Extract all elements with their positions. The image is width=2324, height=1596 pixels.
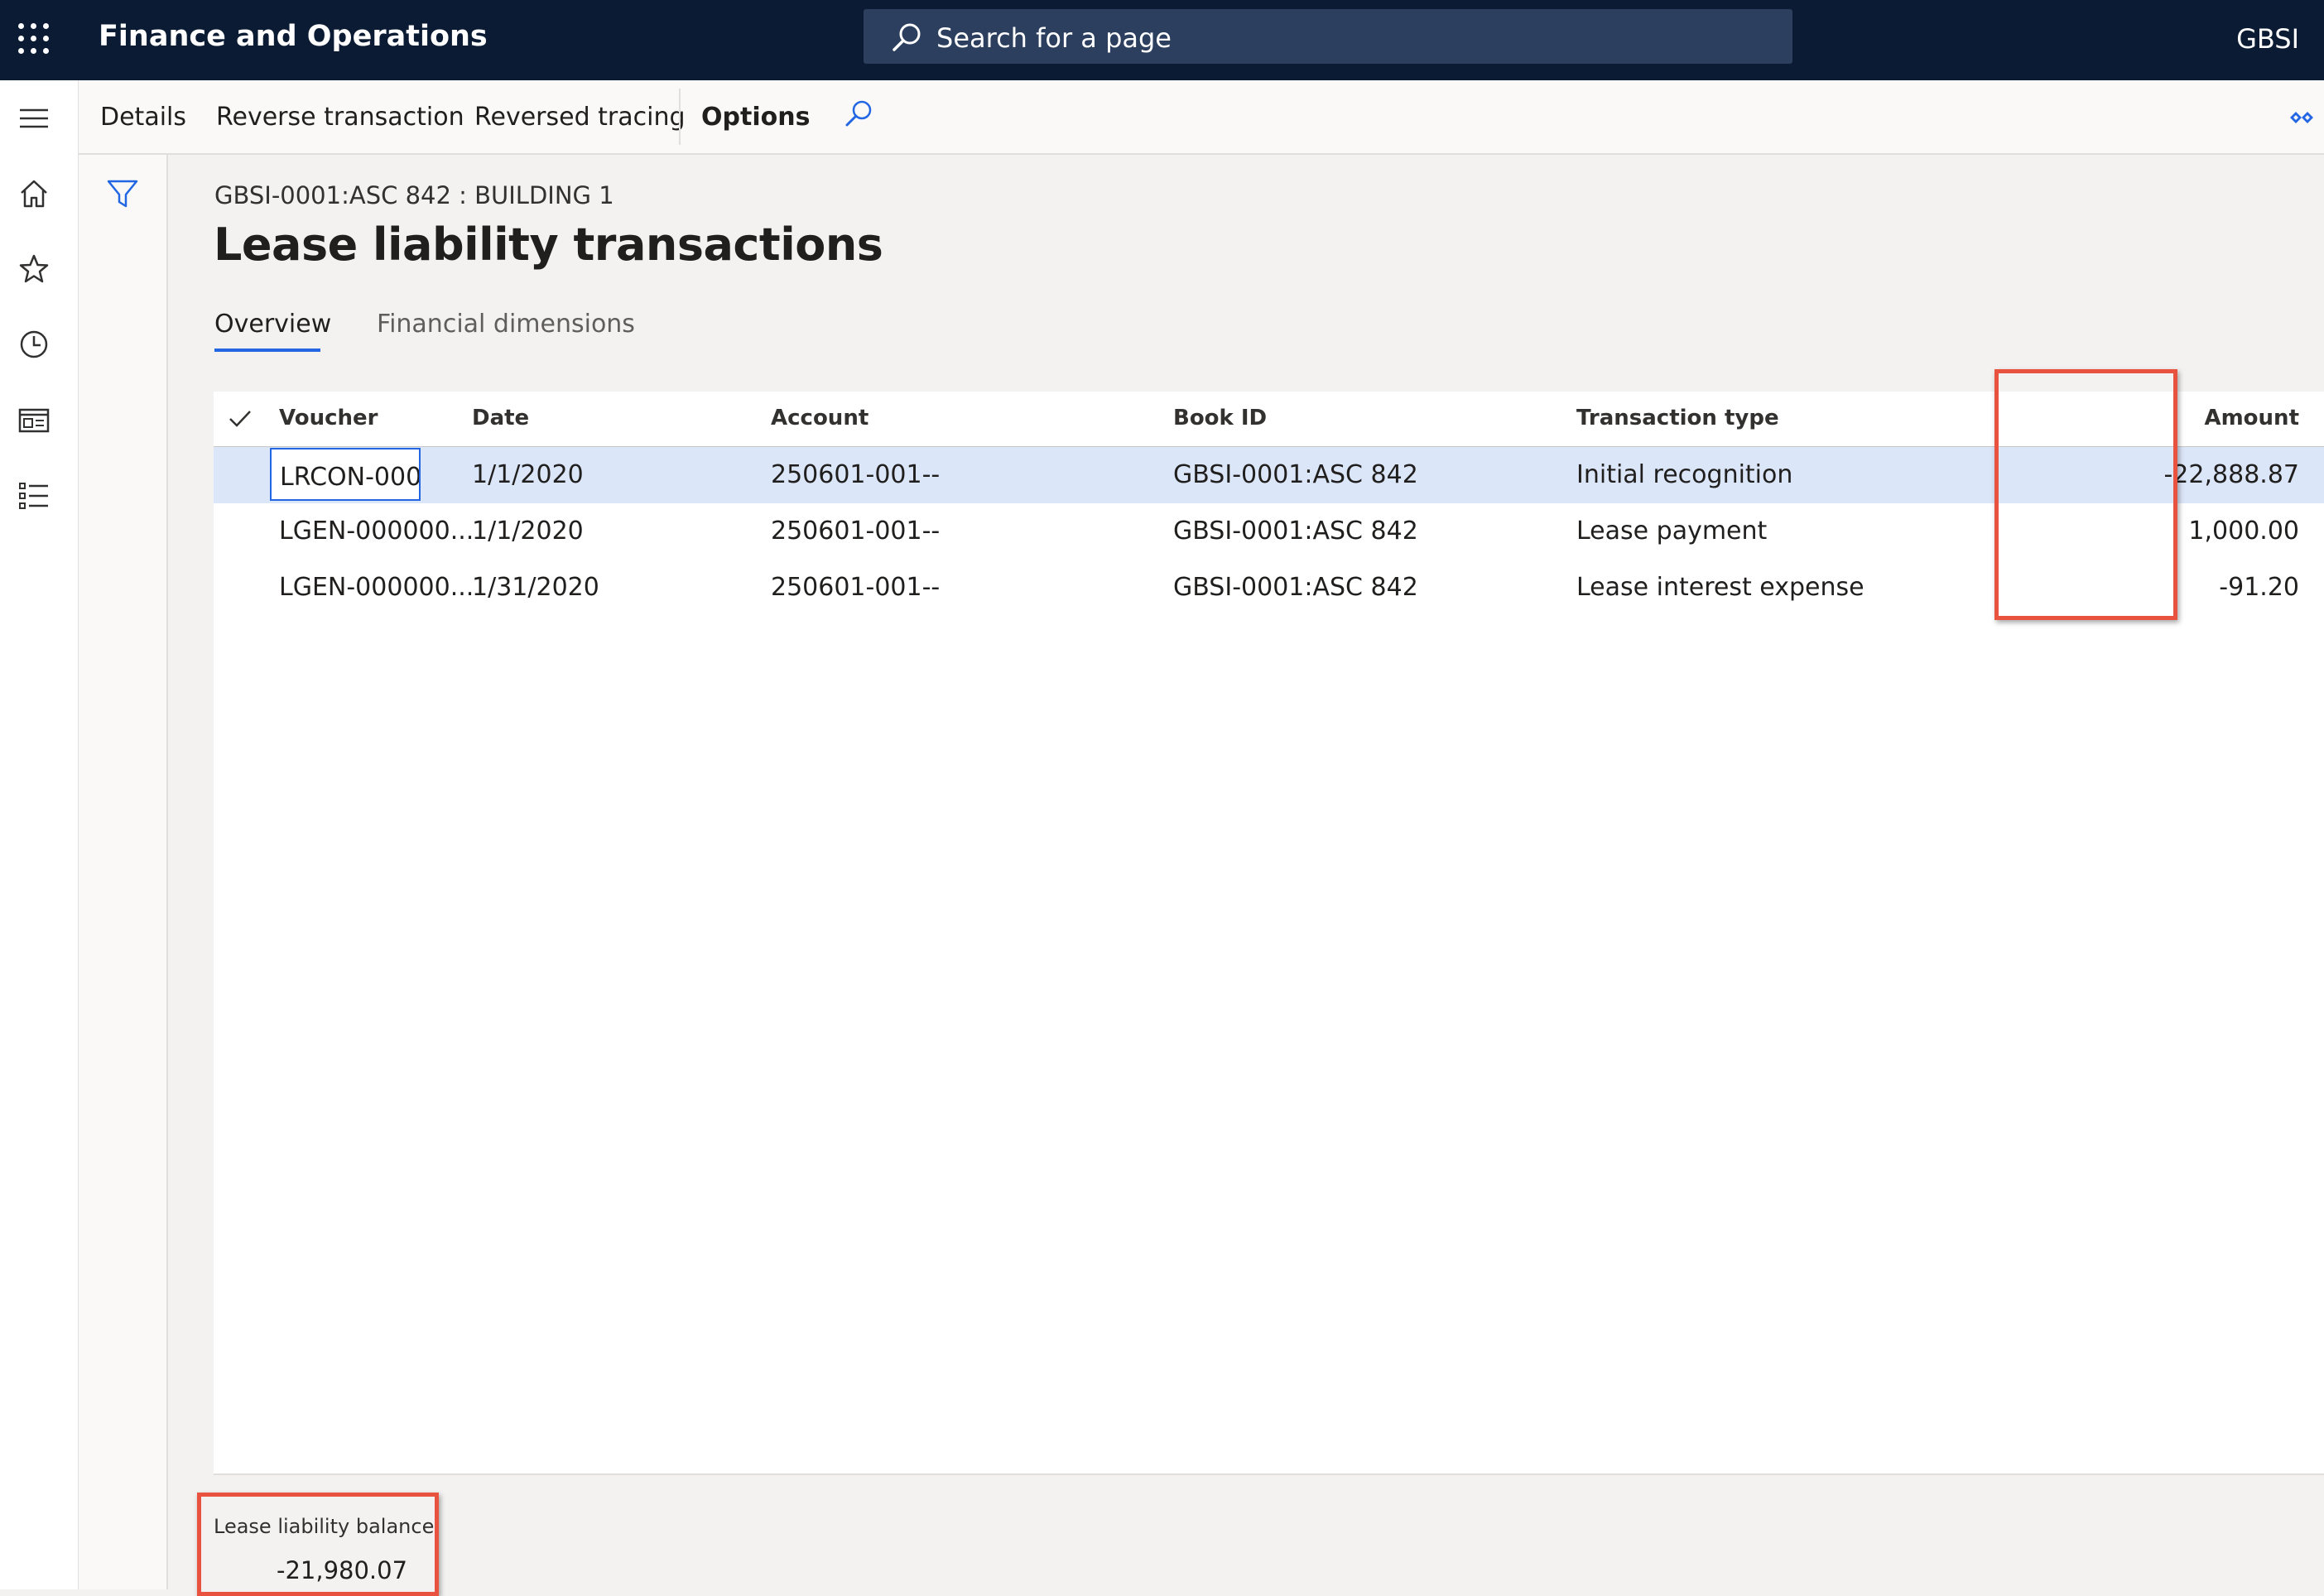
transaction-type-cell: Lease interest expense [1576,573,1864,602]
voucher-cell-editor[interactable]: LRCON-000000 [270,448,421,501]
filter-pane [79,155,168,1589]
date-cell: 1/1/2020 [472,460,584,489]
app-launcher-icon[interactable] [18,23,51,56]
page-search-input[interactable]: Search for a page [864,9,1792,64]
tab-overview[interactable]: Overview [214,310,331,339]
account-cell[interactable]: 250601-001-- [771,573,940,602]
account-cell[interactable]: 250601-001-- [771,517,940,546]
reverse-transaction-button[interactable]: Reverse transaction [216,103,464,132]
page-title: Lease liability transactions [214,219,883,271]
left-navigation-pane [0,80,79,1589]
book-id-cell[interactable]: GBSI-0001:ASC 842 [1173,460,1418,489]
reversed-tracing-button[interactable]: Reversed tracing [474,103,686,132]
column-header-book-id[interactable]: Book ID [1173,406,1267,430]
clock-icon[interactable] [17,328,51,361]
book-id-cell[interactable]: GBSI-0001:ASC 842 [1173,573,1418,602]
column-header-transaction-type[interactable]: Transaction type [1576,406,1779,430]
active-tab-indicator [214,349,320,352]
top-navigation-bar: Finance and Operations Search for a page… [0,0,2324,80]
column-header-account[interactable]: Account [771,406,868,430]
account-cell[interactable]: 250601-001-- [771,460,940,489]
balance-highlight [197,1493,439,1596]
select-all-checkmark-icon[interactable] [228,408,253,430]
tab-financial-dimensions[interactable]: Financial dimensions [377,310,635,339]
modules-list-icon[interactable] [17,479,51,512]
transaction-type-cell: Initial recognition [1576,460,1793,489]
record-caption: GBSI-0001:ASC 842 : BUILDING 1 [214,181,614,209]
company-selector[interactable]: GBSI [2236,23,2299,55]
filter-icon[interactable] [106,177,139,210]
date-cell: 1/31/2020 [472,573,599,602]
options-tab[interactable]: Options [701,103,810,132]
action-search-icon[interactable] [842,99,875,132]
voucher-value: LRCON-000000 [280,463,421,492]
workspace-icon[interactable] [17,404,51,437]
action-pane: Details Reverse transaction Reversed tra… [79,80,2324,155]
column-header-voucher[interactable]: Voucher [279,406,378,430]
voucher-cell[interactable]: LGEN-000000... [279,573,474,602]
home-icon[interactable] [17,177,51,210]
book-id-cell[interactable]: GBSI-0001:ASC 842 [1173,517,1418,546]
search-icon [893,23,921,51]
voucher-cell[interactable]: LGEN-000000... [279,517,474,546]
details-button[interactable]: Details [100,103,186,132]
hamburger-icon[interactable] [17,102,51,135]
transaction-type-cell: Lease payment [1576,517,1768,546]
column-header-date[interactable]: Date [472,406,529,430]
amount-column-highlight [1994,369,2177,620]
star-icon[interactable] [17,252,51,286]
search-placeholder: Search for a page [936,22,1172,54]
action-pane-divider [679,89,681,145]
pin-icon[interactable] [2288,103,2316,132]
app-title[interactable]: Finance and Operations [99,20,488,53]
date-cell: 1/1/2020 [472,517,584,546]
